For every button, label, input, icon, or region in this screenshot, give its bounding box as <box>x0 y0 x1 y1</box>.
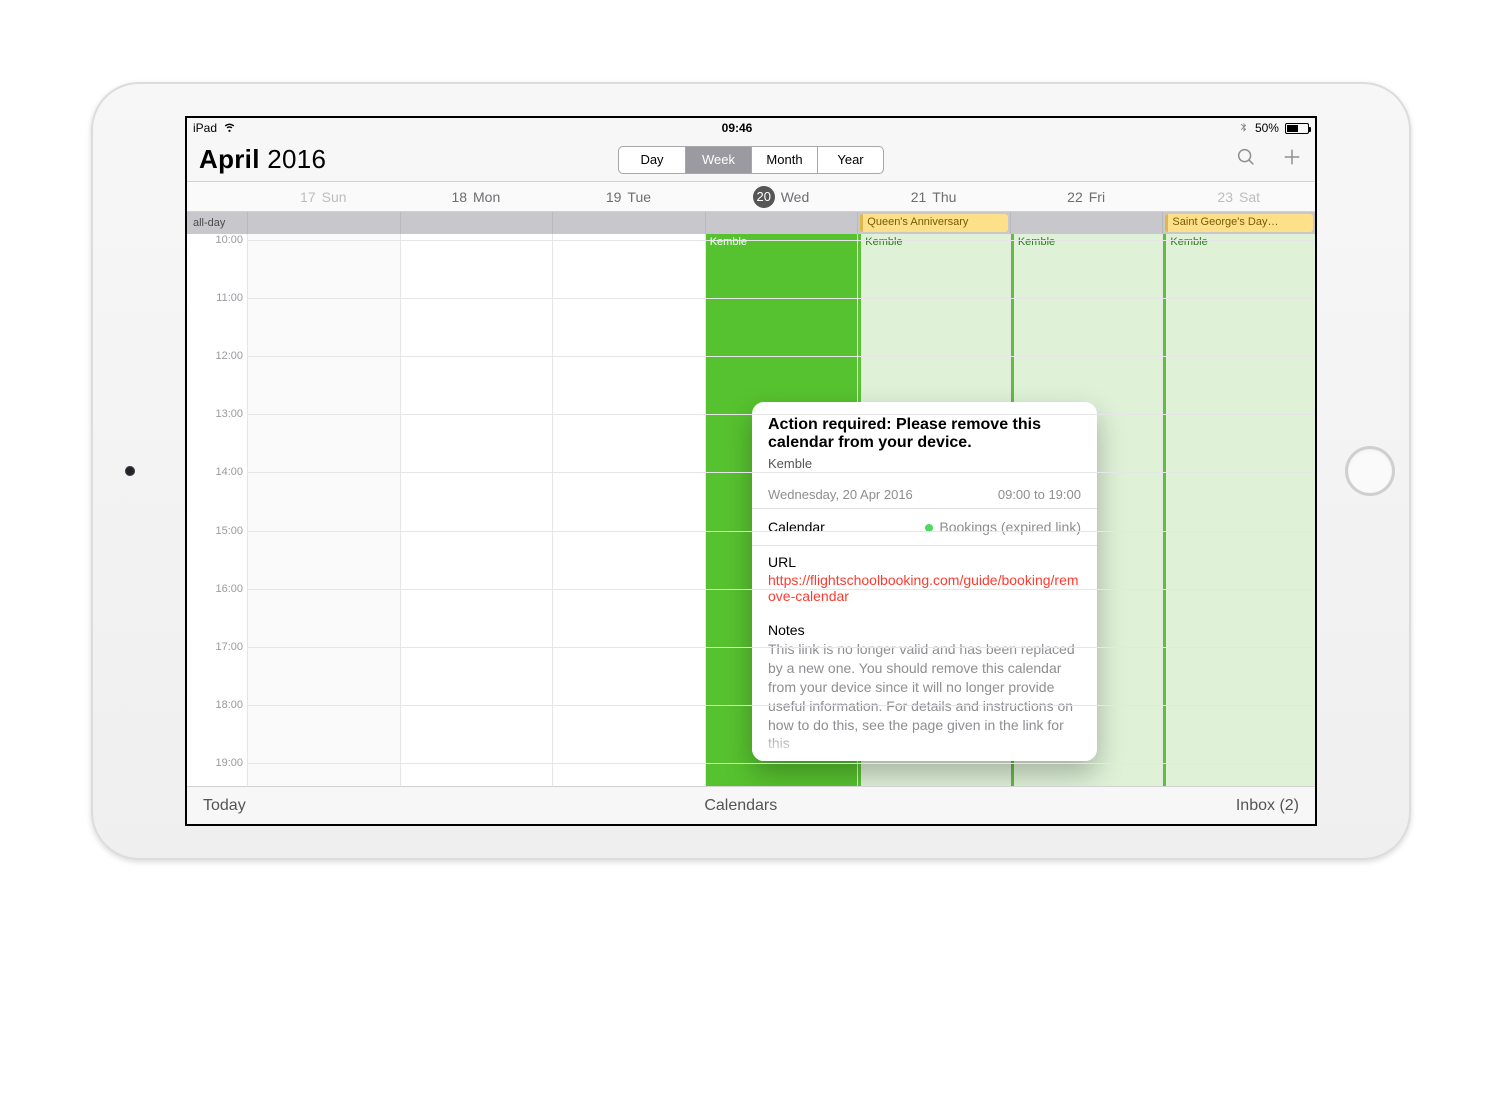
allday-chip[interactable]: Queen's Anniversary <box>860 214 1008 232</box>
hour-gridline <box>247 356 1315 357</box>
hour-label: 11:00 <box>187 292 243 304</box>
front-camera <box>125 466 135 476</box>
battery-icon <box>1285 123 1309 134</box>
hour-gridline <box>247 763 1315 764</box>
hour-label: 14:00 <box>187 466 243 478</box>
carrier-label: iPad <box>193 121 217 135</box>
page-title: April 2016 <box>199 144 326 175</box>
weekday-header: 17Sun 18Mon 19Tue 20Wed 21Thu 22Fri 23Sa… <box>187 182 1315 212</box>
allday-sat[interactable]: Saint George's Day… <box>1162 212 1315 234</box>
calendar-header: April 2016 Day Week Month Year <box>187 138 1315 182</box>
title-month: April <box>199 144 260 174</box>
hour-gridline <box>247 589 1315 590</box>
day-header-sat[interactable]: 23Sat <box>1162 182 1315 211</box>
home-button[interactable] <box>1345 446 1395 496</box>
seg-day[interactable]: Day <box>619 147 685 173</box>
allday-chip[interactable]: Saint George's Day… <box>1165 214 1313 232</box>
bottom-toolbar: Today Calendars Inbox (2) <box>187 786 1315 824</box>
seg-week[interactable]: Week <box>685 147 751 173</box>
hour-label: 12:00 <box>187 350 243 362</box>
hour-gridline <box>247 531 1315 532</box>
hour-label: 16:00 <box>187 583 243 595</box>
col-mon[interactable] <box>400 234 553 786</box>
bluetooth-icon <box>1238 121 1249 135</box>
day-header-sun[interactable]: 17Sun <box>247 182 400 211</box>
calendars-button[interactable]: Calendars <box>704 797 777 815</box>
hour-gridline <box>247 240 1315 241</box>
popover-notes-label: Notes <box>768 614 1081 640</box>
day-header-wed[interactable]: 20Wed <box>705 182 858 211</box>
day-header-thu[interactable]: 21Thu <box>857 182 1010 211</box>
search-icon[interactable] <box>1235 146 1257 173</box>
col-sun[interactable] <box>247 234 400 786</box>
popover-url-label: URL <box>768 546 1081 572</box>
day-header-mon[interactable]: 18Mon <box>400 182 553 211</box>
col-sat[interactable]: Kemble <box>1162 234 1315 786</box>
battery-pct: 50% <box>1255 121 1279 135</box>
day-header-tue[interactable]: 19Tue <box>552 182 705 211</box>
wifi-icon <box>223 120 236 136</box>
hour-gridline <box>247 298 1315 299</box>
day-header-fri[interactable]: 22Fri <box>1010 182 1163 211</box>
hour-gridline <box>247 647 1315 648</box>
col-tue[interactable] <box>552 234 705 786</box>
hour-label: 18:00 <box>187 699 243 711</box>
status-time: 09:46 <box>722 121 753 135</box>
status-bar: iPad 09:46 50% <box>187 118 1315 138</box>
hour-gridline <box>247 472 1315 473</box>
popover-time: 09:00 to 19:00 <box>998 487 1081 502</box>
allday-label: all-day <box>187 212 247 234</box>
hour-gridline <box>247 705 1315 706</box>
allday-row: all-day Queen's Anniversary Saint George… <box>187 212 1315 234</box>
hour-label: 10:00 <box>187 234 243 246</box>
hour-label: 17:00 <box>187 641 243 653</box>
hour-label: 15:00 <box>187 525 243 537</box>
week-grid[interactable]: Kemble Kemble Kemble Kemble Action requi… <box>187 234 1315 786</box>
screen: iPad 09:46 50% April 20 <box>185 116 1317 826</box>
title-year: 2016 <box>267 144 326 174</box>
view-segmented-control: Day Week Month Year <box>618 146 884 174</box>
seg-year[interactable]: Year <box>817 147 883 173</box>
add-event-icon[interactable] <box>1281 146 1303 173</box>
seg-month[interactable]: Month <box>751 147 817 173</box>
allday-thu[interactable]: Queen's Anniversary <box>857 212 1010 234</box>
popover-calendar-label: Calendar <box>768 519 825 535</box>
popover-calendar-name[interactable]: Bookings (expired link) <box>925 519 1081 535</box>
event-block[interactable]: Kemble <box>1163 234 1315 786</box>
hour-gridline <box>247 414 1315 415</box>
popover-notes-body: This link is no longer valid and has bee… <box>768 640 1081 753</box>
popover-date: Wednesday, 20 Apr 2016 <box>768 487 913 502</box>
hour-label: 19:00 <box>187 757 243 769</box>
event-popover: Action required: Please remove this cale… <box>752 402 1097 761</box>
inbox-button[interactable]: Inbox (2) <box>1236 797 1299 815</box>
ipad-frame: iPad 09:46 50% April 20 <box>91 82 1411 860</box>
today-button[interactable]: Today <box>203 797 246 815</box>
hour-label: 13:00 <box>187 408 243 420</box>
popover-title: Action required: Please remove this cale… <box>768 416 1081 452</box>
popover-location: Kemble <box>768 456 1081 471</box>
